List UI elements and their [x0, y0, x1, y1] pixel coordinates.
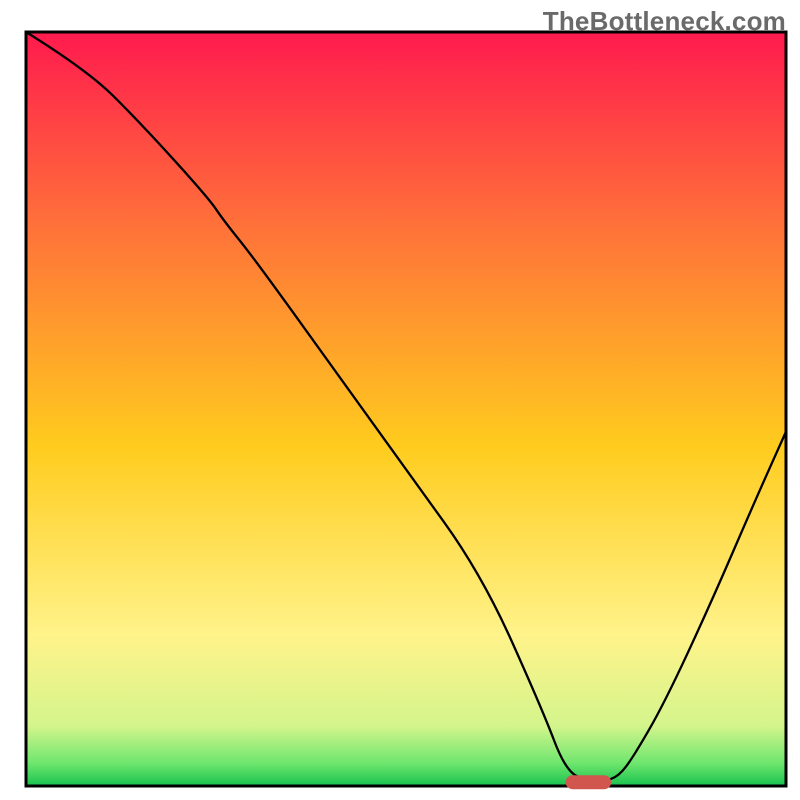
optimal-marker	[566, 775, 612, 789]
chart-gradient-bg	[26, 32, 786, 786]
chart-container: TheBottleneck.com	[0, 0, 800, 800]
bottleneck-chart	[0, 0, 800, 800]
watermark-text: TheBottleneck.com	[543, 6, 786, 37]
